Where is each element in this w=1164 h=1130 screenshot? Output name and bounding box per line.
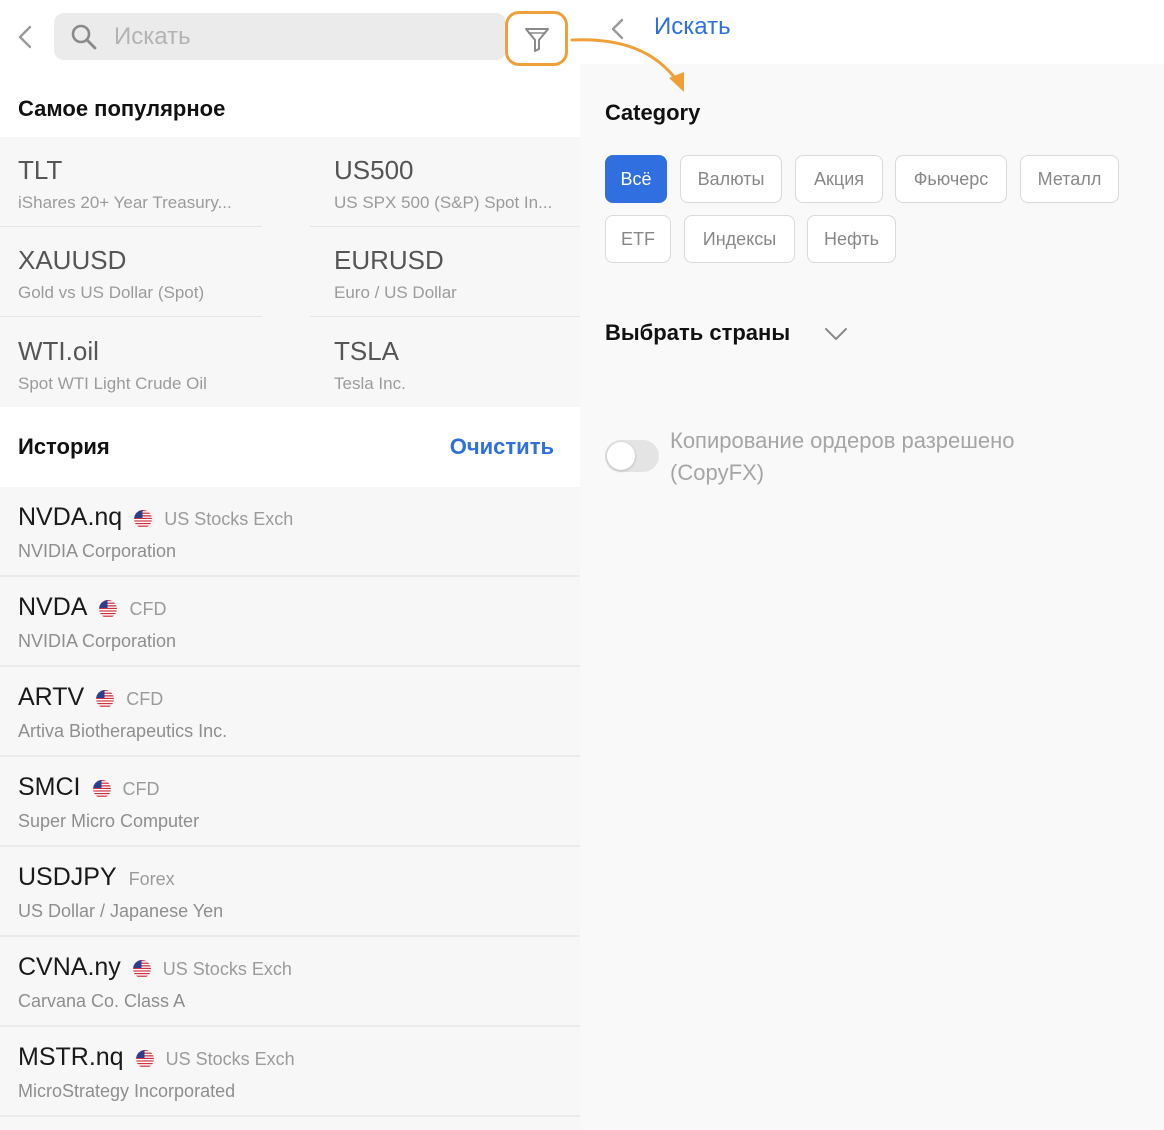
history-name: NVIDIA Corporation xyxy=(18,631,177,651)
popular-item-name: Gold vs US Dollar (Spot) xyxy=(18,283,205,302)
history-name: MicroStrategy Incorporated xyxy=(18,1081,236,1101)
history-row[interactable]: NVDA CFD NVIDIA Corporation xyxy=(0,577,580,667)
history-row[interactable]: ARTV CFD Artiva Biotherapeutics Inc. xyxy=(0,667,580,757)
toggle-knob xyxy=(607,442,635,470)
chip-currencies[interactable]: Валюты xyxy=(680,155,782,203)
history-exchange: CFD xyxy=(129,599,167,619)
search-icon xyxy=(71,24,97,50)
search-panel: Самое популярное TLT iShares 20+ Year Tr… xyxy=(0,0,580,1130)
history-exchange: US Stocks Exch xyxy=(164,509,294,529)
history-row[interactable]: MSTR.nq US Stocks Exch MicroStrategy Incor… xyxy=(0,1027,580,1117)
history-symbol: SMCI xyxy=(18,773,81,801)
filter-back-button[interactable] xyxy=(606,14,630,44)
history-name: NVIDIA Corporation xyxy=(18,541,177,561)
popular-item[interactable]: EURUSD Euro / US Dollar xyxy=(334,227,594,317)
chip-all[interactable]: Всё xyxy=(605,155,667,203)
history-row[interactable]: NVDA.nq US Stocks Exch NVIDIA Corporation xyxy=(0,487,580,577)
copyfx-toggle-label: Копирование ордеров разрешено (CopyFX) xyxy=(670,428,1015,485)
history-exchange: CFD xyxy=(126,689,164,709)
popular-item[interactable]: US500 US SPX 500 (S&P) Spot In... xyxy=(334,137,594,227)
history-exchange: US Stocks Exch xyxy=(162,959,292,979)
history-exchange: Forex xyxy=(128,869,175,889)
history-exchange: US Stocks Exch xyxy=(165,1049,295,1069)
chevron-down-icon[interactable] xyxy=(823,323,849,345)
history-symbol: USDJPY xyxy=(18,863,117,891)
history-row[interactable]: CVNA.ny US Stocks Exch Carvana Co. Class A xyxy=(0,937,580,1027)
popular-grid: TLT iShares 20+ Year Treasury... US500 U… xyxy=(0,137,580,407)
us-flag-icon xyxy=(132,960,151,978)
popular-item[interactable]: TLT iShares 20+ Year Treasury... xyxy=(18,137,278,227)
filter-icon xyxy=(524,27,549,52)
popular-item-name: iShares 20+ Year Treasury... xyxy=(18,193,232,212)
history-row[interactable]: USDJPY Forex US Dollar / Japanese Yen xyxy=(0,847,580,937)
us-flag-icon xyxy=(99,600,118,618)
popular-section-title: Самое популярное xyxy=(18,96,226,121)
us-flag-icon xyxy=(92,780,111,798)
us-flag-icon xyxy=(135,1050,154,1068)
search-toolbar xyxy=(0,0,580,76)
history-name: Carvana Co. Class A xyxy=(18,991,186,1011)
divider xyxy=(310,316,580,317)
back-arrow-icon xyxy=(611,18,624,40)
popular-item-symbol: XAUUSD xyxy=(18,245,127,275)
filter-panel: Искать Category Всё Валюты Акция Фьючерс… xyxy=(580,0,1164,1130)
popular-item-symbol: TLT xyxy=(18,155,63,185)
history-symbol: NVDA xyxy=(18,593,88,621)
chip-indices[interactable]: Индексы xyxy=(684,215,795,263)
select-countries-dropdown[interactable]: Выбрать страны xyxy=(605,320,790,346)
popular-item[interactable]: WTI.oil Spot WTI Light Crude Oil xyxy=(18,318,278,408)
divider xyxy=(0,316,262,317)
popular-item-name: Spot WTI Light Crude Oil xyxy=(18,374,207,393)
history-name: Artiva Biotherapeutics Inc. xyxy=(18,721,228,741)
back-arrow-icon xyxy=(18,25,32,49)
search-input[interactable] xyxy=(114,13,494,60)
chip-etf[interactable]: ETF xyxy=(605,215,671,263)
filter-button[interactable] xyxy=(505,11,568,66)
search-field[interactable] xyxy=(54,13,506,60)
filter-header: Искать xyxy=(580,0,1164,64)
history-section-title: История xyxy=(18,434,110,459)
chip-stocks[interactable]: Акция xyxy=(795,155,883,203)
history-symbol: CVNA.ny xyxy=(18,953,121,981)
history-symbol: MSTR.nq xyxy=(18,1043,124,1071)
back-button[interactable] xyxy=(12,22,40,52)
chip-oil[interactable]: Нефть xyxy=(807,215,896,263)
history-name: US Dollar / Japanese Yen xyxy=(18,901,224,921)
popular-item-name: Euro / US Dollar xyxy=(334,283,457,302)
popular-item-symbol: EURUSD xyxy=(334,245,444,275)
clear-history-button[interactable]: Очистить xyxy=(450,434,554,460)
history-list: NVDA.nq US Stocks Exch NVIDIA Corporation N… xyxy=(0,487,580,1130)
popular-item[interactable]: XAUUSD Gold vs US Dollar (Spot) xyxy=(18,227,278,317)
history-symbol: NVDA.nq xyxy=(18,503,123,531)
history-exchange: CFD xyxy=(122,779,160,799)
history-header: История Очистить xyxy=(0,407,580,487)
history-row[interactable]: SMCI CFD Super Micro Computer xyxy=(0,757,580,847)
popular-item[interactable]: TSLA Tesla Inc. xyxy=(334,318,594,408)
popular-item-symbol: TSLA xyxy=(334,336,400,366)
popular-item-symbol: US500 xyxy=(334,155,414,185)
popular-item-name: US SPX 500 (S&P) Spot In... xyxy=(334,193,553,212)
copyfx-toggle[interactable] xyxy=(605,440,659,472)
us-flag-icon xyxy=(134,510,153,528)
filter-header-title: Искать xyxy=(654,13,731,40)
history-symbol: ARTV xyxy=(18,683,85,711)
us-flag-icon xyxy=(96,690,115,708)
popular-item-name: Tesla Inc. xyxy=(334,374,406,393)
popular-item-symbol: WTI.oil xyxy=(18,336,99,366)
history-name: Super Micro Computer xyxy=(18,811,200,831)
chip-metal[interactable]: Металл xyxy=(1020,155,1119,203)
chip-futures[interactable]: Фьючерс xyxy=(895,155,1007,203)
category-title: Category xyxy=(605,100,701,125)
